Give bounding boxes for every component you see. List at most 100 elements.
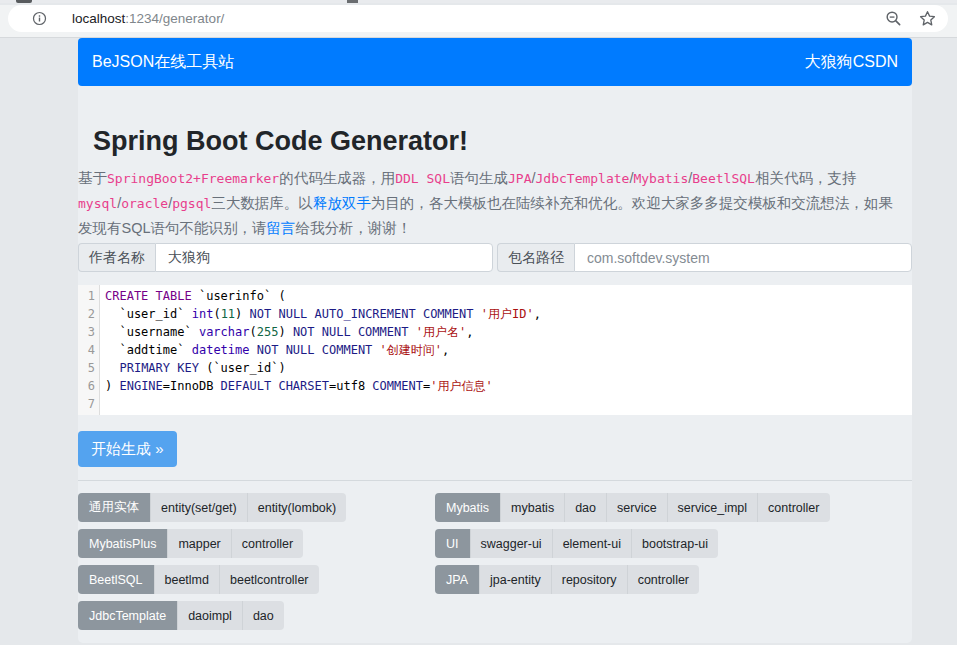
group-item-button[interactable]: repository: [551, 565, 627, 594]
intro-txt: 相关代码，支持: [755, 170, 857, 186]
token-pl: (: [213, 307, 220, 321]
group-item-button[interactable]: dao: [242, 601, 284, 630]
divider: [78, 480, 912, 481]
url-text[interactable]: localhost:1234/generator/: [72, 11, 224, 26]
group-item-button[interactable]: mapper: [167, 529, 230, 558]
group-item-button[interactable]: dao: [564, 493, 606, 522]
template-group: BeetlSQLbeetlmdbeetlcontroller: [78, 565, 319, 594]
package-label: 包名路径: [497, 243, 574, 272]
line-number: 5: [78, 359, 95, 377]
group-item-button[interactable]: service_impl: [667, 493, 757, 522]
intro-txt: 为目的，各大模板也在陆续补充和优化。欢迎大家多多提交模板和交流想法，如果: [371, 195, 893, 211]
sql-editor[interactable]: 1234567 CREATE TABLE `userinfo` ( `user_…: [78, 285, 912, 415]
code-line: [105, 395, 912, 413]
tab-edge: [16, 0, 32, 3]
group-label-button[interactable]: UI: [435, 529, 470, 558]
url-path: :1234/generator/: [125, 11, 224, 26]
token-pl: =InnoDB: [163, 379, 221, 393]
intro-text: 基于SpringBoot2+Freemarker的代码生成器，用DDL SQL语…: [78, 166, 912, 240]
code-line: PRIMARY KEY (`user_id`): [105, 359, 912, 377]
navbar-link[interactable]: 大狼狗CSDN: [805, 52, 898, 73]
template-group: UIswagger-uielement-uibootstrap-ui: [435, 529, 718, 558]
token-pl: `addtime`: [105, 343, 192, 357]
token-type: datetime: [192, 343, 250, 357]
intro-txt: 基于: [78, 170, 107, 186]
navbar-brand[interactable]: BeJSON在线工具站: [92, 52, 234, 73]
token-type: int: [192, 307, 214, 321]
group-item-button[interactable]: beetlmd: [154, 565, 219, 594]
line-number: 2: [78, 305, 95, 323]
zoom-out-icon[interactable]: [885, 10, 902, 27]
author-input-group: 作者名称: [78, 243, 493, 272]
code-line: `addtime` datetime NOT NULL COMMENT '创建时…: [105, 341, 912, 359]
token-kw2: NOT NULL AUTO_INCREMENT COMMENT: [250, 307, 474, 321]
token-pl: [105, 361, 119, 375]
intro-link[interactable]: 留言: [267, 220, 296, 236]
group-item-button[interactable]: entity(lombok): [247, 493, 347, 522]
intro-txt: 给我分析，谢谢！: [296, 220, 412, 236]
group-item-button[interactable]: beetlcontroller: [219, 565, 319, 594]
intro-txt: 语句生成: [450, 170, 508, 186]
group-item-button[interactable]: controller: [757, 493, 829, 522]
token-type: varchar: [199, 325, 250, 339]
package-input-group: 包名路径: [497, 243, 912, 272]
line-number: 4: [78, 341, 95, 359]
package-input[interactable]: [574, 243, 912, 272]
code-line: ) ENGINE=InnoDB DEFAULT CHARSET=utf8 COM…: [105, 377, 912, 395]
intro-txt: 的代码生成器，用: [279, 170, 395, 186]
group-item-button[interactable]: controller: [231, 529, 303, 558]
group-label-button[interactable]: BeetlSQL: [78, 565, 154, 594]
groups-left: 通用实体entity(set/get)entity(lombok) Mybatis…: [78, 493, 435, 637]
group-item-button[interactable]: controller: [627, 565, 699, 594]
group-item-button[interactable]: bootstrap-ui: [631, 529, 718, 558]
token-pl: ,: [442, 343, 449, 357]
code-line: `username` varchar(255) NOT NULL COMMENT…: [105, 323, 912, 341]
group-label-button[interactable]: JPA: [435, 565, 479, 594]
intro-code: oracle: [121, 196, 168, 211]
group-label-button[interactable]: 通用实体: [78, 493, 150, 522]
bookmark-star-icon[interactable]: [919, 10, 936, 27]
tab-edge: [347, 0, 358, 3]
template-group: 通用实体entity(set/get)entity(lombok): [78, 493, 346, 522]
group-label-button[interactable]: MybatisPlus: [78, 529, 167, 558]
group-item-button[interactable]: daoimpl: [177, 601, 242, 630]
intro-code: SpringBoot2+Freemarker: [107, 171, 279, 186]
token-kw2: NOT NULL COMMENT: [257, 343, 373, 357]
token-pl: `username`: [105, 325, 199, 339]
editor-code[interactable]: CREATE TABLE `userinfo` ( `user_id` int(…: [100, 285, 912, 415]
token-num: 255: [257, 325, 279, 339]
intro-txt: 发现有SQL语句不能识别，请: [78, 220, 267, 236]
token-pl: (`user_id`): [199, 361, 286, 375]
group-item-button[interactable]: service: [606, 493, 667, 522]
token-pl: `user_id`: [105, 307, 192, 321]
author-input[interactable]: [155, 243, 493, 272]
token-str: '用户ID': [474, 307, 534, 321]
group-item-button[interactable]: entity(set/get): [150, 493, 247, 522]
line-number: 1: [78, 287, 95, 305]
author-label: 作者名称: [78, 243, 155, 272]
group-item-button[interactable]: element-ui: [552, 529, 631, 558]
group-label-button[interactable]: Mybatis: [435, 493, 500, 522]
navbar: BeJSON在线工具站 大狼狗CSDN: [78, 38, 912, 86]
group-label-button[interactable]: JdbcTemplate: [78, 601, 177, 630]
group-item-button[interactable]: swagger-ui: [470, 529, 552, 558]
token-num: 11: [221, 307, 235, 321]
token-pl: ): [105, 379, 119, 393]
token-pl: (: [250, 325, 257, 339]
template-group: MybatisPlusmappercontroller: [78, 529, 303, 558]
token-str: '创建时间': [372, 343, 442, 357]
intro-code: DDL SQL: [395, 171, 450, 186]
intro-link[interactable]: 释放双手: [313, 195, 371, 211]
token-kw: CREATE TABLE: [105, 289, 192, 303]
info-icon[interactable]: [32, 11, 47, 26]
template-groups: 通用实体entity(set/get)entity(lombok) Mybatis…: [78, 493, 912, 637]
group-item-button[interactable]: mybatis: [500, 493, 564, 522]
generate-button[interactable]: 开始生成 »: [78, 431, 177, 467]
group-item-button[interactable]: jpa-entity: [479, 565, 551, 594]
token-pl: ,: [466, 325, 473, 339]
token-pl: =utf8: [329, 379, 372, 393]
template-group: JPAjpa-entityrepositorycontroller: [435, 565, 699, 594]
token-pl: ,: [534, 307, 541, 321]
address-bar[interactable]: localhost:1234/generator/: [8, 5, 948, 32]
url-host: localhost: [72, 11, 125, 26]
